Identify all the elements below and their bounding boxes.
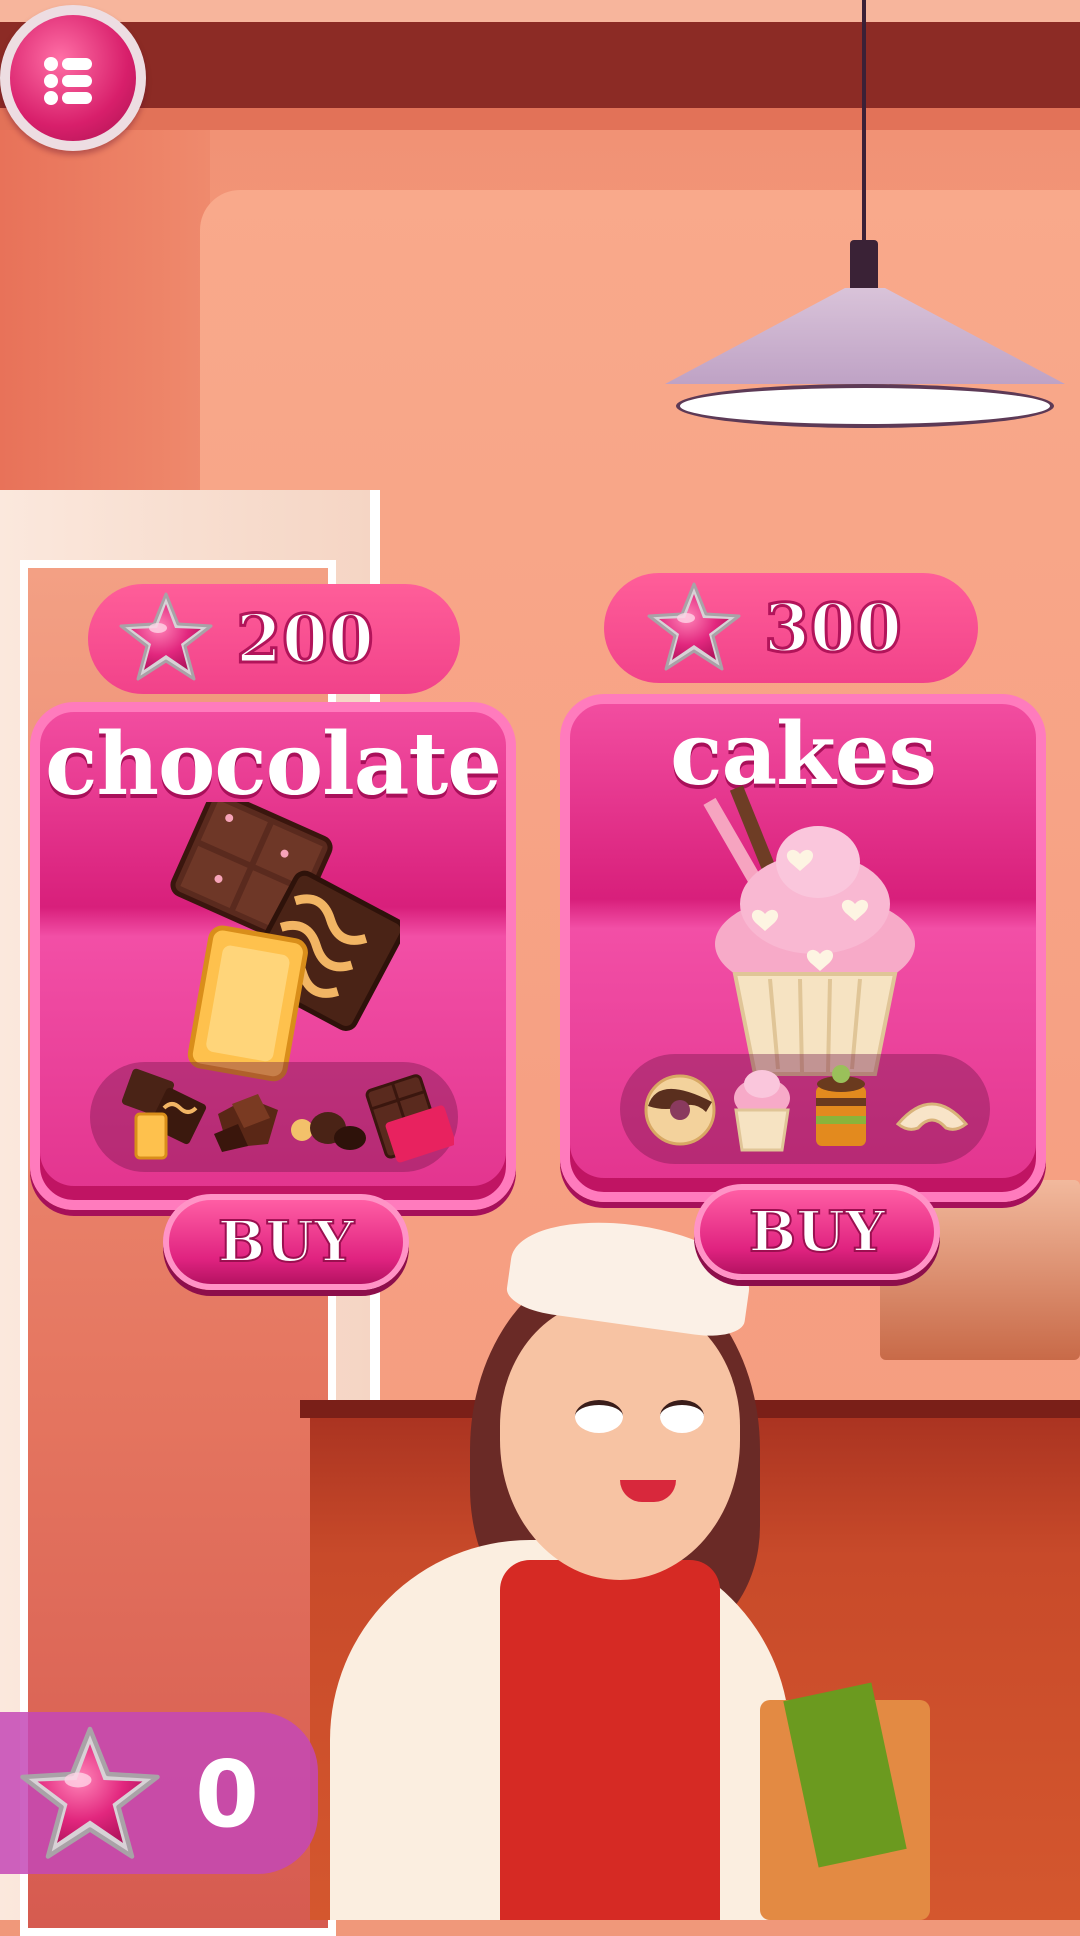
item-card[interactable]: cakes xyxy=(560,694,1046,1202)
truffles-icon xyxy=(291,1112,366,1150)
buy-button-chocolate[interactable]: BUY xyxy=(163,1194,409,1290)
item-price: 300 xyxy=(763,588,904,669)
character-face xyxy=(500,1300,740,1580)
croissant-icon xyxy=(895,1102,969,1131)
donut-icon xyxy=(644,1074,716,1146)
ceiling-beam xyxy=(0,0,1080,130)
item-price: 200 xyxy=(235,599,376,680)
cupcake-illustration xyxy=(703,785,915,1076)
layer-cake-icon xyxy=(816,1065,866,1146)
lamp-light xyxy=(676,384,1054,428)
star-icon xyxy=(15,1720,165,1870)
buy-label: BUY xyxy=(748,1198,886,1266)
cupcake-icon xyxy=(734,1070,790,1152)
item-title: chocolate xyxy=(45,714,502,815)
chocolate-bars-icon xyxy=(121,1068,207,1160)
buy-button-cakes[interactable]: BUY xyxy=(694,1184,940,1280)
buy-label: BUY xyxy=(217,1208,355,1276)
menu-dots-icon xyxy=(44,57,92,105)
lamp-cap xyxy=(850,240,878,290)
lamp-cord xyxy=(862,0,866,245)
character-eye xyxy=(660,1400,704,1433)
item-card[interactable]: chocolate xyxy=(30,702,516,1210)
star-icon xyxy=(116,588,216,688)
star-icon xyxy=(644,578,744,678)
chocolate-bar-wrapped-icon xyxy=(365,1074,454,1163)
character-eye xyxy=(575,1400,623,1433)
menu-button[interactable] xyxy=(0,5,146,151)
chocolate-bars-illustration xyxy=(170,802,400,1082)
chocolate-chunks-icon xyxy=(214,1094,278,1152)
character-apron xyxy=(500,1560,720,1920)
star-balance-value: 0 xyxy=(195,1741,260,1848)
